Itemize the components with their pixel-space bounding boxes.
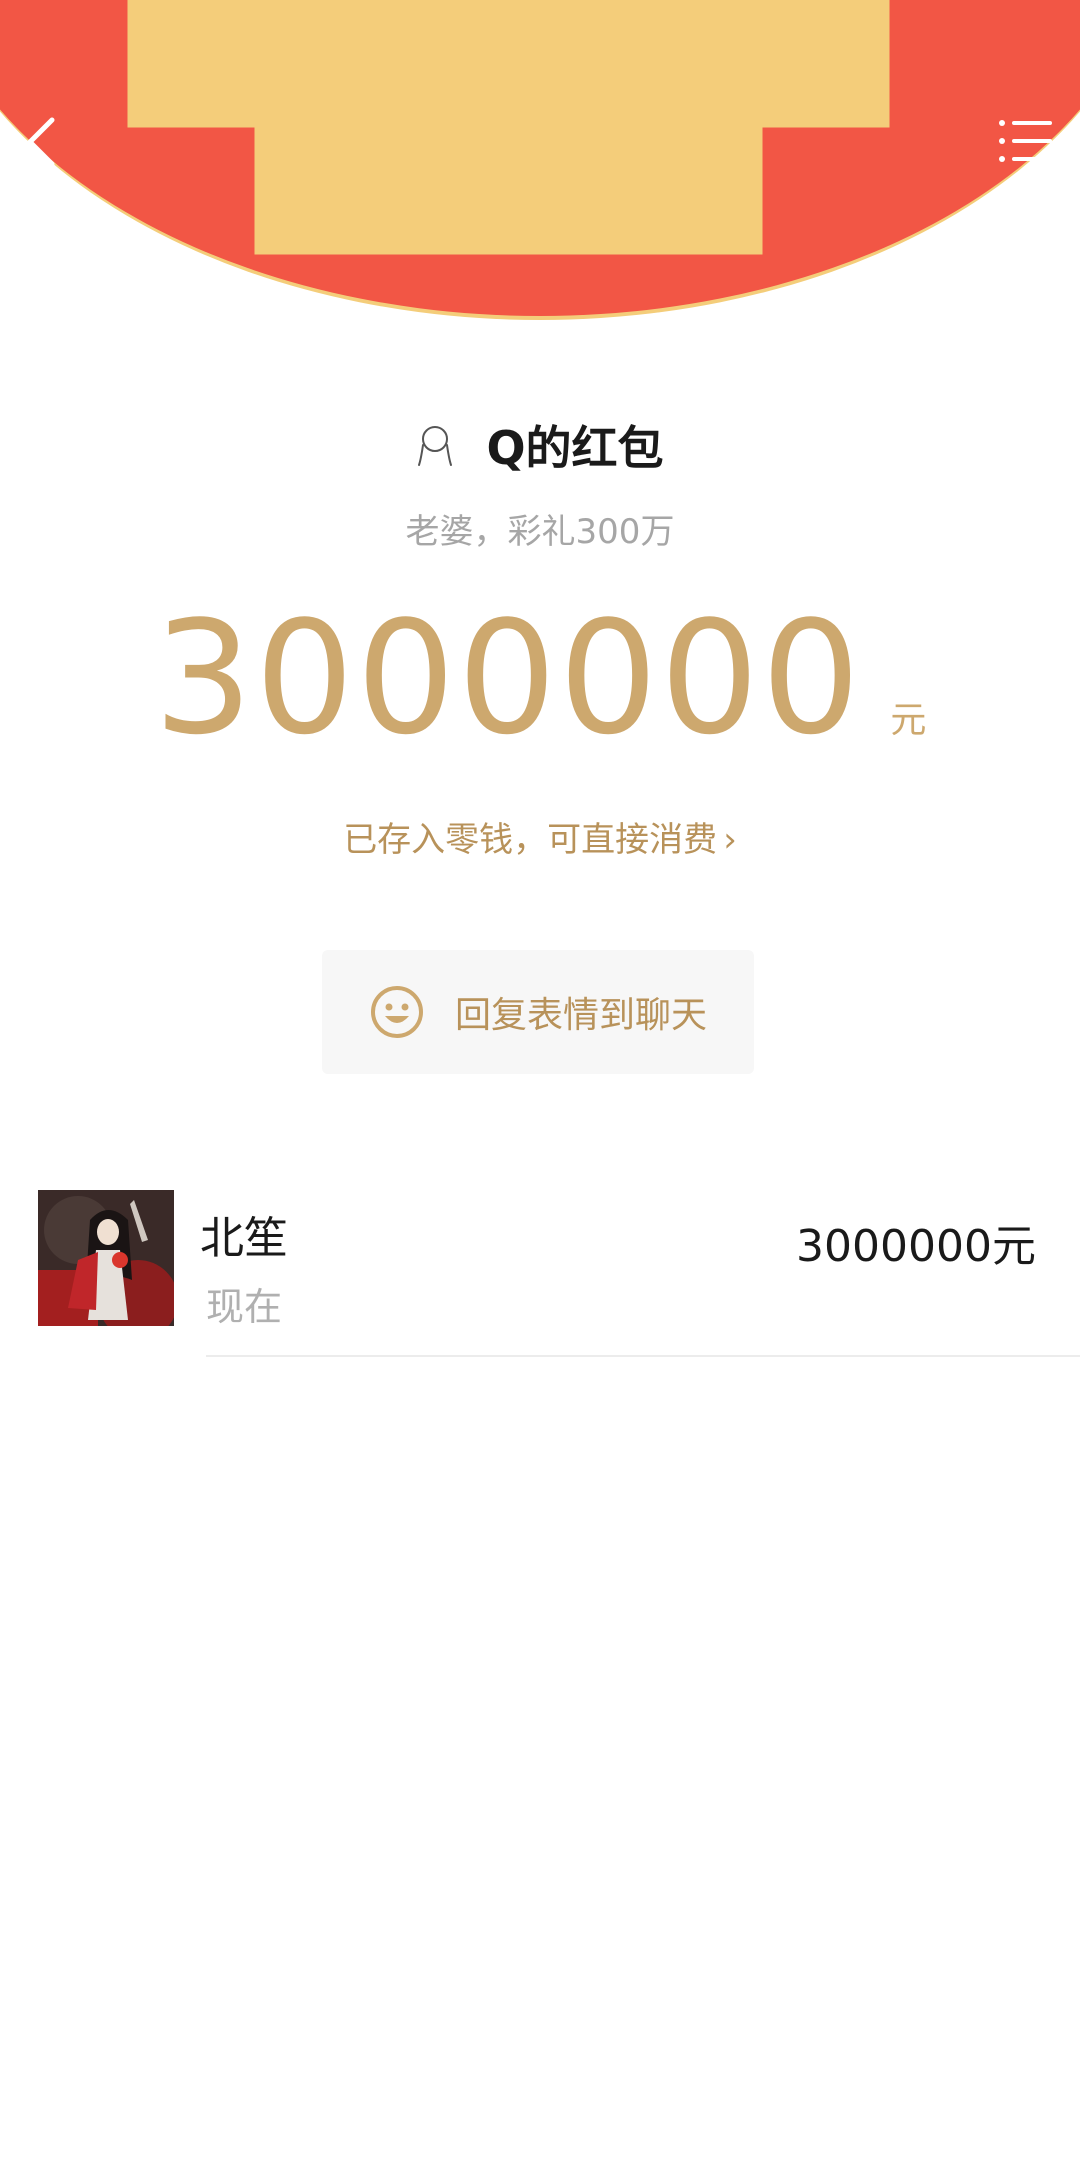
reply-emoji-button[interactable]: 回复表情到聊天	[322, 950, 754, 1074]
red-packet-detail-page: Q的红包 老婆，彩礼300万 3000000 元 已存入零钱，可直接消费 › 回复…	[0, 0, 1080, 2160]
sender-row: Q的红包	[0, 412, 1080, 478]
amount-row: 3000000 元	[0, 600, 1080, 756]
receiver-avatar[interactable]	[38, 1190, 174, 1326]
deposit-text: 已存入零钱，可直接消费	[343, 820, 718, 860]
list-menu-icon[interactable]	[998, 118, 1054, 164]
deposit-to-change-link[interactable]: 已存入零钱，可直接消费 ›	[0, 812, 1080, 861]
smile-icon	[369, 984, 425, 1040]
header-background	[0, 0, 1080, 320]
receiver-list-item[interactable]: 北笙 现在 3000000元	[0, 1186, 1080, 1356]
amount-value: 3000000	[153, 587, 863, 769]
sender-avatar-icon	[416, 423, 454, 467]
amount-unit: 元	[890, 700, 927, 741]
receiver-amount: 3000000元	[796, 1221, 1036, 1272]
sender-title: Q的红包	[486, 421, 664, 475]
list-divider	[206, 1355, 1080, 1357]
chevron-right-icon: ›	[723, 820, 737, 860]
blessing-text: 老婆，彩礼300万	[405, 512, 675, 552]
receiver-name: 北笙	[200, 1213, 288, 1264]
back-chevron-icon[interactable]	[22, 112, 62, 172]
reply-emoji-label: 回复表情到聊天	[454, 995, 707, 1036]
receiver-time: 现在	[206, 1285, 283, 1329]
